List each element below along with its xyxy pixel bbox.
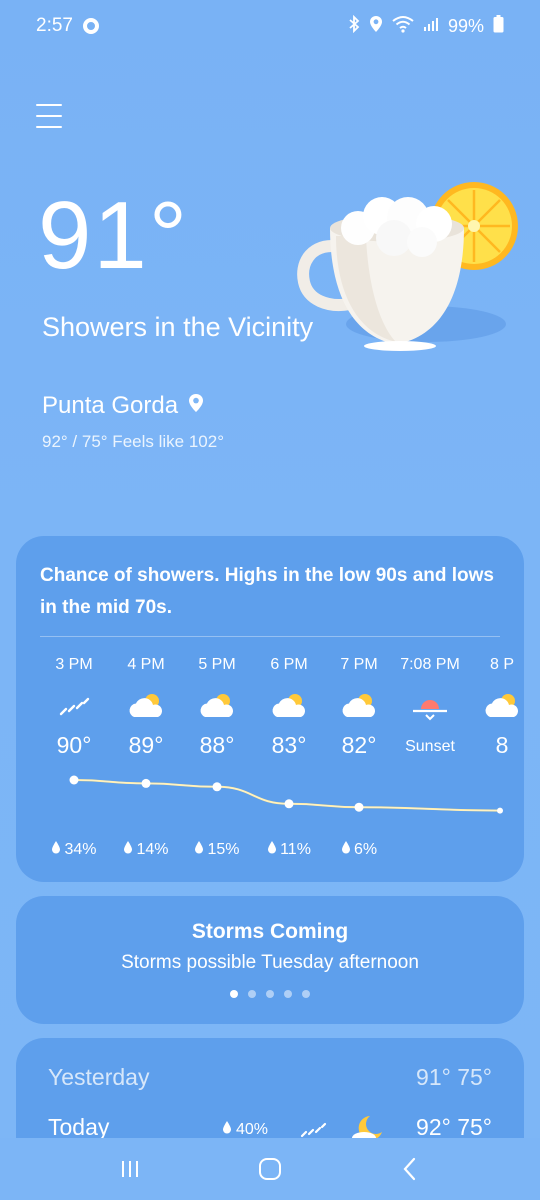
day-name: Today [48, 1114, 110, 1138]
showers-icon [298, 1119, 328, 1139]
partly-cloudy-icon [323, 686, 395, 726]
pager-dot[interactable] [302, 990, 310, 998]
hour-temp: Sunset [405, 738, 455, 755]
day-temps: 92° 75° [416, 1114, 492, 1138]
pager-dot[interactable] [266, 990, 274, 998]
weather-illustration-icon [296, 176, 526, 356]
day-name: Yesterday [48, 1064, 150, 1090]
hour-item[interactable]: 6 PM 83° [253, 656, 325, 759]
day-precip-value: 40% [236, 1120, 269, 1138]
hour-time: 4 PM [127, 656, 165, 673]
pager-dot[interactable] [230, 990, 238, 998]
hour-temp: 83° [271, 732, 307, 758]
temp-point [354, 802, 364, 812]
hour-temp: 88° [199, 732, 235, 758]
pager-dots[interactable] [16, 990, 524, 998]
hour-precip: 6% [323, 840, 395, 859]
temp-point [497, 807, 503, 814]
location-pin-icon [188, 392, 204, 420]
hour-item[interactable]: 3 PM 90° [38, 656, 110, 759]
hour-time: 5 PM [198, 656, 236, 673]
hour-item[interactable]: 5 PM 88° [181, 656, 253, 759]
hour-temp: 90° [56, 732, 92, 758]
hour-time: 7 PM [340, 656, 378, 673]
min-max-feels-like: 92° / 75° Feels like 102° [42, 432, 224, 451]
hour-time: 8 P [489, 656, 514, 673]
alert-text: Storms possible Tuesday afternoon [121, 952, 419, 973]
raindrop-icon [123, 840, 133, 859]
location-icon [369, 15, 383, 38]
temp-point [141, 778, 151, 788]
temp-point [69, 775, 79, 785]
hour-precip-value: 11% [280, 840, 311, 858]
alert-title: Storms Coming [191, 920, 349, 943]
day-precip: 40% [222, 1120, 268, 1138]
current-temperature: 91° [38, 182, 190, 289]
partly-cloudy-icon [253, 686, 325, 726]
hour-precip-value: 34% [64, 840, 97, 858]
home-button[interactable] [240, 1149, 300, 1189]
hour-time: 3 PM [55, 656, 93, 673]
location-name: Punta Gorda [42, 392, 179, 419]
hour-precip-value: 6% [353, 840, 378, 858]
temp-point [212, 782, 222, 792]
battery-icon [493, 14, 504, 38]
recent-apps-button[interactable] [100, 1149, 160, 1189]
hour-precip-value: 15% [207, 840, 240, 858]
current-condition: Showers in the Vicinity [42, 312, 314, 342]
system-nav-bar [0, 1138, 540, 1200]
temp-point [284, 799, 294, 809]
notification-ring-icon [82, 18, 99, 34]
raindrop-icon [194, 840, 204, 859]
wifi-icon [392, 15, 414, 38]
day-icons [298, 1114, 386, 1138]
partly-cloudy-icon [181, 686, 253, 726]
status-time: 2:57 [36, 15, 73, 36]
hour-precip: 15% [181, 840, 253, 859]
location-label[interactable]: Punta Gorda [42, 392, 204, 420]
menu-icon[interactable] [36, 104, 62, 128]
daily-row-today[interactable]: Today 40% 92° 75° [48, 1114, 492, 1138]
daily-row-yesterday[interactable]: Yesterday 91° 75° [48, 1064, 492, 1100]
storms-alert-card[interactable]: Storms Coming Storms possible Tuesday af… [16, 896, 524, 1024]
day-temps: 91° 75° [416, 1064, 492, 1090]
hour-item[interactable]: 7 PM 82° [323, 656, 395, 759]
daily-forecast-card[interactable]: Yesterday 91° 75° Today 40% 92° 75° [16, 1038, 524, 1138]
hour-precip-value: 14% [136, 840, 169, 858]
sunset-icon [394, 686, 466, 726]
partly-cloudy-icon [110, 686, 182, 726]
pager-dot[interactable] [284, 990, 292, 998]
hour-item[interactable]: 4 PM 89° [110, 656, 182, 759]
hour-precip: 14% [110, 840, 182, 859]
hour-item[interactable]: 7:08 PM Sunset [394, 656, 466, 756]
raindrop-icon [267, 840, 277, 859]
status-right: 99% [348, 14, 504, 38]
hour-time: 6 PM [270, 656, 308, 673]
hour-item[interactable]: 8 P 8 [466, 656, 524, 759]
status-left: 2:57 [36, 15, 99, 37]
raindrop-icon [51, 840, 61, 859]
signal-icon [423, 16, 439, 37]
raindrop-icon [341, 840, 351, 859]
pager-dot[interactable] [248, 990, 256, 998]
raindrop-icon [222, 1120, 232, 1138]
hour-temp: 89° [128, 732, 164, 758]
hour-precip: 11% [253, 840, 325, 859]
hour-time: 7:08 PM [400, 656, 460, 673]
back-button[interactable] [380, 1149, 440, 1189]
hourly-forecast-card[interactable]: Chance of showers. Highs in the low 90s … [16, 536, 524, 882]
partly-cloudy-icon [466, 686, 524, 726]
moon-cloud-icon [350, 1114, 386, 1138]
battery-percent: 99% [447, 15, 484, 36]
status-bar: 2:57 99% [0, 0, 540, 52]
bluetooth-icon [348, 14, 360, 38]
hour-precip: 34% [38, 840, 110, 859]
hour-temp: 82° [341, 732, 377, 758]
showers-icon [38, 686, 110, 726]
hour-temp: 8 [495, 732, 509, 758]
